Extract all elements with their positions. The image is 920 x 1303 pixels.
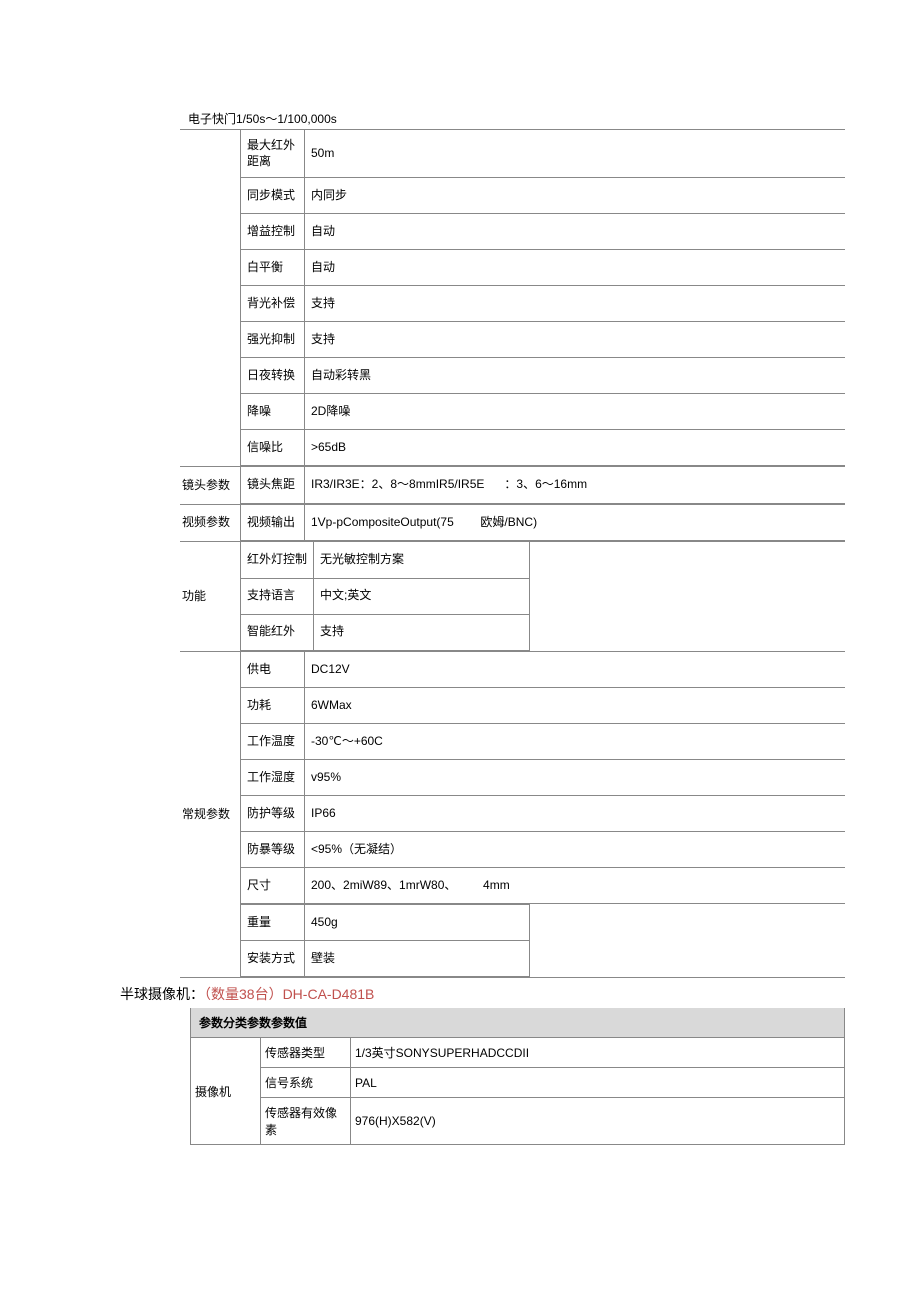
inner-cell: 红外灯控制无光敏控制方案 支持语言中文;英文 智能红外支持 [240, 542, 845, 652]
param-cell: 供电 [241, 652, 305, 688]
inner-cell: 最大红外距离50m 同步模式内同步 增益控制自动 白平衡自动 背光补偿支持 强光… [240, 130, 845, 467]
value-cell: 支持 [314, 614, 530, 650]
value-cell: 1Vp-pCompositeOutput(75 欧姆/BNC) [305, 505, 846, 541]
value-cell: 内同步 [305, 178, 846, 214]
param-cell: 视频输出 [241, 505, 305, 541]
param-cell: 支持语言 [241, 578, 314, 614]
spec-table-1: 最大红外距离50m 同步模式内同步 增益控制自动 白平衡自动 背光补偿支持 强光… [180, 129, 845, 978]
category-cell: 常规参数 [180, 651, 240, 978]
value-cell: <95%（无凝结） [305, 832, 846, 868]
value-cell: IP66 [305, 796, 846, 832]
inner-cell: 镜头焦距IR3/IR3E：2、8～8mmIR5/IR5E ：3、6～16mm [240, 467, 845, 505]
value-cell: 自动彩转黑 [305, 358, 846, 394]
table-row: 镜头焦距IR3/IR3E：2、8～8mmIR5/IR5E ：3、6～16mm [241, 467, 846, 503]
value-cell: 中文;英文 [314, 578, 530, 614]
section-title: 半球摄像机：（数量38台）DH-CA-D481B [120, 984, 845, 1004]
inner-cell: 视频输出1Vp-pCompositeOutput(75 欧姆/BNC) [240, 504, 845, 542]
table-row: 最大红外距离50m [241, 130, 846, 178]
category-cell: 视频参数 [180, 504, 240, 542]
table-row: 传感器有效像素 976(H)X582(V) [191, 1098, 845, 1145]
table-row: 尺寸200、2miW89、1mrW80、 4mm [241, 868, 846, 904]
param-cell: 安装方式 [241, 941, 305, 977]
value-cell: 50m [305, 130, 846, 178]
param-cell: 日夜转换 [241, 358, 305, 394]
param-cell: 防暴等级 [241, 832, 305, 868]
param-cell: 降噪 [241, 394, 305, 430]
value-cell: 自动 [305, 214, 846, 250]
inner-cell: 供电DC12V 功耗6WMax 工作温度-30℃～+60C 工作湿度v95% 防… [240, 651, 845, 978]
value-cell: 200、2miW89、1mrW80、 4mm [305, 868, 846, 904]
value-cell: 支持 [305, 322, 846, 358]
value-cell: 6WMax [305, 688, 846, 724]
section-title-prefix: 半球摄像机： [120, 986, 204, 1002]
table-row: 智能红外支持 [241, 614, 530, 650]
value-cell: 1/3英寸SONYSUPERHADCCDII [351, 1038, 845, 1068]
value-cell: 976(H)X582(V) [351, 1098, 845, 1145]
table2-header: 参数分类参数参数值 [190, 1008, 845, 1037]
param-cell: 强光抑制 [241, 322, 305, 358]
section-title-suffix: （数量38台）DH-CA-D481B [204, 986, 374, 1002]
param-cell: 白平衡 [241, 250, 305, 286]
param-cell: 功耗 [241, 688, 305, 724]
table-row: 信噪比>65dB [241, 430, 846, 466]
param-cell: 增益控制 [241, 214, 305, 250]
table-row: 红外灯控制无光敏控制方案 [241, 542, 530, 578]
value-cell: -30℃～+60C [305, 724, 846, 760]
value-cell: DC12V [305, 652, 846, 688]
table-row: 支持语言中文;英文 [241, 578, 530, 614]
table-row: 工作温度-30℃～+60C [241, 724, 846, 760]
value-cell: 支持 [305, 286, 846, 322]
value-cell: PAL [351, 1068, 845, 1098]
category-cell: 镜头参数 [180, 467, 240, 505]
table-row: 白平衡自动 [241, 250, 846, 286]
table-row: 防暴等级<95%（无凝结） [241, 832, 846, 868]
table-row: 信号系统 PAL [191, 1068, 845, 1098]
param-cell: 工作温度 [241, 724, 305, 760]
value-cell: 450g [305, 905, 530, 941]
value-cell: 2D降噪 [305, 394, 846, 430]
table-row: 供电DC12V [241, 652, 846, 688]
value-cell: IR3/IR3E：2、8～8mmIR5/IR5E ：3、6～16mm [305, 467, 846, 503]
param-cell: 传感器有效像素 [261, 1098, 351, 1145]
value-cell: v95% [305, 760, 846, 796]
table-row: 同步模式内同步 [241, 178, 846, 214]
value-cell: 自动 [305, 250, 846, 286]
param-cell: 传感器类型 [261, 1038, 351, 1068]
table-row: 防护等级IP66 [241, 796, 846, 832]
param-cell: 重量 [241, 905, 305, 941]
category-cell-empty [180, 130, 240, 467]
param-cell: 工作湿度 [241, 760, 305, 796]
param-cell: 尺寸 [241, 868, 305, 904]
param-cell: 镜头焦距 [241, 467, 305, 503]
spec-table-2: 摄像机 传感器类型 1/3英寸SONYSUPERHADCCDII 信号系统 PA… [190, 1037, 845, 1145]
table-row: 视频输出1Vp-pCompositeOutput(75 欧姆/BNC) [241, 505, 846, 541]
param-cell: 最大红外距离 [241, 130, 305, 178]
table-row: 摄像机 传感器类型 1/3英寸SONYSUPERHADCCDII [191, 1038, 845, 1068]
table-row: 安装方式壁装 [241, 941, 530, 977]
table-row: 功耗6WMax [241, 688, 846, 724]
param-cell: 防护等级 [241, 796, 305, 832]
table-row: 背光补偿支持 [241, 286, 846, 322]
table-row: 增益控制自动 [241, 214, 846, 250]
category-cell: 摄像机 [191, 1038, 261, 1145]
table-row: 降噪2D降噪 [241, 394, 846, 430]
table-row: 重量450g [241, 905, 530, 941]
table-row: 日夜转换自动彩转黑 [241, 358, 846, 394]
shutter-line: 电子快门1/50s～1/100,000s [188, 110, 845, 127]
category-cell: 功能 [180, 542, 240, 652]
value-cell: 壁装 [305, 941, 530, 977]
param-cell: 同步模式 [241, 178, 305, 214]
table-row: 强光抑制支持 [241, 322, 846, 358]
param-cell: 信号系统 [261, 1068, 351, 1098]
param-cell: 背光补偿 [241, 286, 305, 322]
param-cell: 信噪比 [241, 430, 305, 466]
table-row: 工作湿度v95% [241, 760, 846, 796]
param-cell: 智能红外 [241, 614, 314, 650]
param-cell: 红外灯控制 [241, 542, 314, 578]
value-cell: >65dB [305, 430, 846, 466]
document-content: 电子快门1/50s～1/100,000s 最大红外距离50m 同步模式内同步 增… [180, 110, 845, 1145]
value-cell: 无光敏控制方案 [314, 542, 530, 578]
